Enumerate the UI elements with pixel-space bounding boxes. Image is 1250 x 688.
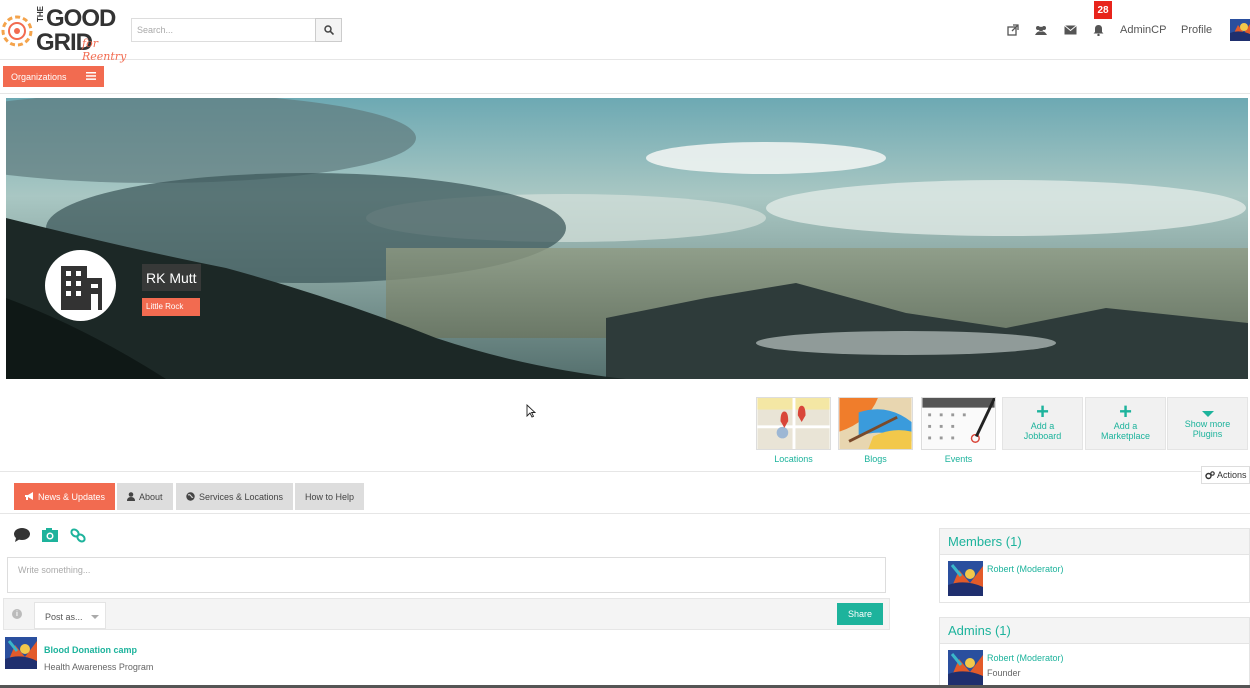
caret-down-icon: [91, 615, 99, 619]
plus-icon: +: [1036, 399, 1049, 424]
tab-how-to-help[interactable]: How to Help: [295, 483, 365, 510]
link-icon[interactable]: [69, 527, 87, 543]
organization-avatar[interactable]: [45, 250, 116, 321]
add-marketplace-button[interactable]: + Add a Marketplace: [1085, 397, 1166, 450]
member-avatar[interactable]: [948, 561, 983, 596]
user-avatar[interactable]: [1230, 19, 1250, 41]
divider: [0, 93, 1250, 94]
search-input[interactable]: Search...: [131, 18, 316, 42]
admin-name[interactable]: Robert (Moderator): [987, 653, 1064, 663]
user-icon: [127, 492, 135, 501]
post-as-select[interactable]: Post as...: [34, 602, 106, 629]
hamburger-icon: [86, 72, 96, 80]
mouse-cursor-icon: [526, 404, 536, 418]
show-more-plugins-button[interactable]: Show more Plugins: [1167, 397, 1248, 450]
admins-panel: Admins (1) Robert (Moderator) Founder: [939, 617, 1250, 688]
external-link-icon[interactable]: [1005, 22, 1021, 38]
events-plugin-thumbnail[interactable]: [921, 397, 996, 450]
organizations-menu-button[interactable]: Organizations: [3, 66, 104, 87]
info-icon[interactable]: i: [12, 609, 22, 619]
photo-icon[interactable]: [41, 527, 59, 543]
add-jobboard-button[interactable]: + Add a Jobboard: [1002, 397, 1083, 450]
cover-photo: [6, 98, 1248, 379]
gears-icon: [1205, 470, 1215, 479]
divider: [0, 471, 1250, 472]
globe-icon: [186, 492, 195, 501]
tab-services-locations[interactable]: Services & Locations: [176, 483, 294, 510]
organizations-label: Organizations: [11, 71, 67, 82]
admincp-link[interactable]: AdminCP: [1120, 24, 1166, 36]
admin-role: Founder: [987, 668, 1021, 678]
admin-avatar[interactable]: [948, 650, 983, 685]
notification-badge[interactable]: 28: [1094, 1, 1112, 19]
member-name[interactable]: Robert (Moderator): [987, 564, 1064, 574]
logo-the: THE: [36, 6, 45, 22]
admins-panel-title[interactable]: Admins (1): [940, 618, 1249, 644]
members-panel-title[interactable]: Members (1): [940, 529, 1249, 555]
building-icon: [60, 265, 102, 310]
organization-name: RK Mutt: [142, 264, 201, 291]
locations-plugin-label[interactable]: Locations: [756, 454, 831, 464]
status-bubble-icon[interactable]: [13, 527, 31, 543]
blogs-plugin-label[interactable]: Blogs: [838, 454, 913, 464]
events-plugin-label[interactable]: Events: [921, 454, 996, 464]
actions-button[interactable]: Actions: [1201, 466, 1250, 484]
composer-toolbar: [3, 598, 890, 630]
bell-icon[interactable]: [1090, 22, 1106, 38]
bullhorn-icon: [25, 492, 33, 500]
site-logo[interactable]: THE GOOD GRID for Reentry: [0, 3, 140, 63]
chevron-down-icon: [1201, 411, 1214, 417]
blogs-plugin-thumbnail[interactable]: [838, 397, 913, 450]
share-button[interactable]: Share: [837, 603, 883, 625]
divider: [0, 513, 1250, 514]
plus-icon: +: [1119, 399, 1132, 424]
feed-item-avatar[interactable]: [5, 637, 37, 669]
envelope-icon[interactable]: [1062, 22, 1078, 38]
organization-location-badge[interactable]: Little Rock: [142, 298, 200, 316]
profile-link[interactable]: Profile: [1181, 24, 1212, 36]
members-panel: Members (1) Robert (Moderator): [939, 528, 1250, 603]
search-icon: [323, 25, 334, 35]
site-header: THE GOOD GRID for Reentry Search... 28 A…: [0, 0, 1250, 63]
tab-about[interactable]: About: [117, 483, 173, 510]
feed-item-title[interactable]: Blood Donation camp: [44, 645, 137, 655]
status-textarea[interactable]: Write something...: [7, 557, 886, 593]
tab-news-updates[interactable]: News & Updates: [14, 483, 116, 510]
search-button[interactable]: [315, 18, 342, 42]
logo-gear-icon: [1, 15, 33, 47]
feed-item-subtitle: Health Awareness Program: [44, 662, 154, 672]
users-icon[interactable]: [1033, 22, 1049, 38]
locations-plugin-thumbnail[interactable]: [756, 397, 831, 450]
